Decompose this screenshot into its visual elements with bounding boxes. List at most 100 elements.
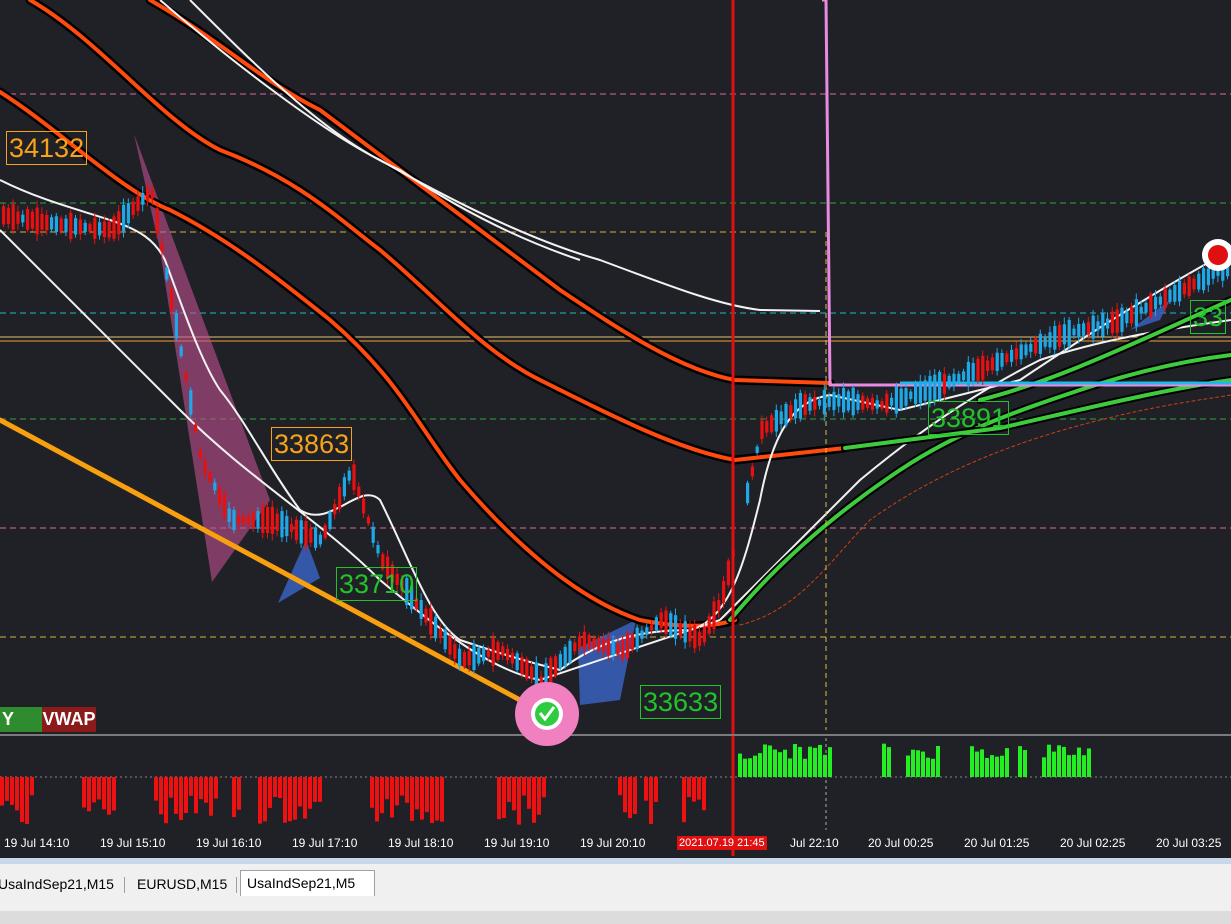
bull-candle	[189, 390, 193, 415]
histogram-bar-positive	[1018, 746, 1022, 777]
bull-candle	[1062, 324, 1066, 345]
horizontal-scrollbar[interactable]	[0, 911, 1231, 924]
bear-candle	[198, 449, 202, 458]
bear-candle	[880, 401, 884, 409]
bull-candle	[654, 617, 658, 631]
bear-candle	[1110, 311, 1114, 334]
bear-candle	[1034, 338, 1038, 354]
histogram-bar-negative	[370, 777, 374, 808]
bear-candle	[496, 641, 500, 660]
bull-candle	[1038, 333, 1042, 354]
price-label: 33863	[271, 427, 353, 461]
histogram-bar-positive	[1077, 747, 1081, 777]
bull-candle	[477, 647, 481, 664]
histogram-bar-positive	[921, 751, 925, 777]
tab-eurusd-m15[interactable]: EURUSD,M15	[131, 873, 233, 895]
time-label: 19 Jul 14:10	[4, 836, 70, 850]
histogram-bar-positive	[1067, 755, 1071, 777]
bear-candle	[270, 506, 274, 534]
histogram	[0, 743, 1091, 825]
bull-candle	[1144, 302, 1148, 313]
bear-candle	[602, 639, 606, 652]
bull-candle	[342, 477, 346, 497]
histogram-bar-negative	[293, 777, 297, 820]
histogram-bar-positive	[1057, 745, 1061, 777]
histogram-bar-negative	[318, 777, 322, 802]
bear-candle	[30, 211, 34, 229]
price-label: 33	[1190, 300, 1227, 334]
bear-candle	[362, 498, 366, 514]
bear-candle	[438, 629, 442, 638]
bear-candle	[530, 666, 534, 679]
bear-candle	[606, 638, 610, 656]
bear-candle	[986, 360, 990, 372]
bear-candle	[760, 420, 764, 439]
histogram-bar-positive	[823, 754, 827, 777]
histogram-bar-positive	[808, 746, 812, 777]
time-cursor-label: 2021.07.19 21:45	[677, 836, 767, 850]
histogram-bar-negative	[112, 777, 116, 811]
bear-candle	[170, 289, 174, 311]
bull-candle	[1197, 273, 1201, 290]
histogram-bar-negative	[184, 777, 188, 814]
bear-candle	[573, 642, 577, 652]
bear-candle	[1182, 282, 1186, 295]
histogram-bar-positive	[773, 749, 777, 777]
histogram-bar-positive	[793, 744, 797, 777]
bear-candle	[1149, 293, 1153, 318]
bear-candle	[59, 218, 63, 232]
bear-candle	[1115, 309, 1119, 333]
time-label: 20 Jul 02:25	[1060, 836, 1126, 850]
price-label: 33710	[336, 567, 418, 601]
bear-candle	[1163, 288, 1167, 309]
chart-area[interactable]: 34132 33863 33710 33633 33891 33 Y VWAP …	[0, 0, 1231, 856]
bear-candle	[467, 650, 471, 666]
histogram-bar-negative	[507, 777, 511, 802]
bull-candle	[1202, 268, 1206, 291]
bull-candle	[645, 627, 649, 635]
histogram-bar-positive	[926, 757, 930, 777]
bull-candle	[635, 627, 639, 649]
bear-candle	[424, 608, 428, 623]
histogram-bar-negative	[687, 777, 691, 798]
histogram-bar-negative	[179, 777, 183, 820]
histogram-bar-negative	[618, 777, 622, 796]
bear-candle	[650, 624, 654, 631]
histogram-bar-negative	[273, 777, 277, 798]
bear-candle	[448, 636, 452, 655]
vwap-button[interactable]: VWAP	[42, 707, 96, 732]
bull-candle	[952, 373, 956, 386]
bull-candle	[1029, 343, 1033, 352]
bull-candle	[1072, 328, 1076, 336]
bull-candle	[818, 399, 822, 406]
bear-candle	[942, 373, 946, 394]
histogram-bar-negative	[390, 777, 394, 818]
sell-signal[interactable]	[1202, 239, 1231, 271]
histogram-bar-negative	[542, 777, 546, 798]
tab-usaind-m15[interactable]: UsaIndSep21,M15	[0, 873, 120, 895]
bear-candle	[659, 612, 663, 629]
bull-candle	[842, 388, 846, 413]
bear-candle	[626, 632, 630, 659]
bull-candle	[74, 218, 78, 235]
histogram-bar-negative	[20, 777, 24, 823]
tab-separator	[124, 877, 125, 893]
tab-usaind-m5[interactable]: UsaIndSep21,M5	[240, 870, 375, 896]
histogram-bar-positive	[1042, 757, 1046, 777]
bull-candle	[515, 653, 519, 671]
histogram-bar-positive	[798, 746, 802, 777]
bear-candle	[1058, 324, 1062, 347]
bull-candle	[837, 394, 841, 407]
bear-candle	[112, 216, 116, 239]
histogram-bar-positive	[916, 750, 920, 777]
indicator-button-left[interactable]: Y	[0, 707, 44, 732]
bear-candle	[486, 649, 490, 657]
bull-candle	[957, 373, 961, 382]
price-chart[interactable]	[0, 0, 1231, 856]
histogram-bar-negative	[30, 777, 34, 796]
bear-candle	[261, 507, 265, 533]
histogram-bar-negative	[97, 777, 101, 800]
bull-candle	[1082, 323, 1086, 336]
buy-signal[interactable]	[515, 682, 579, 746]
histogram-bar-negative	[537, 777, 541, 815]
